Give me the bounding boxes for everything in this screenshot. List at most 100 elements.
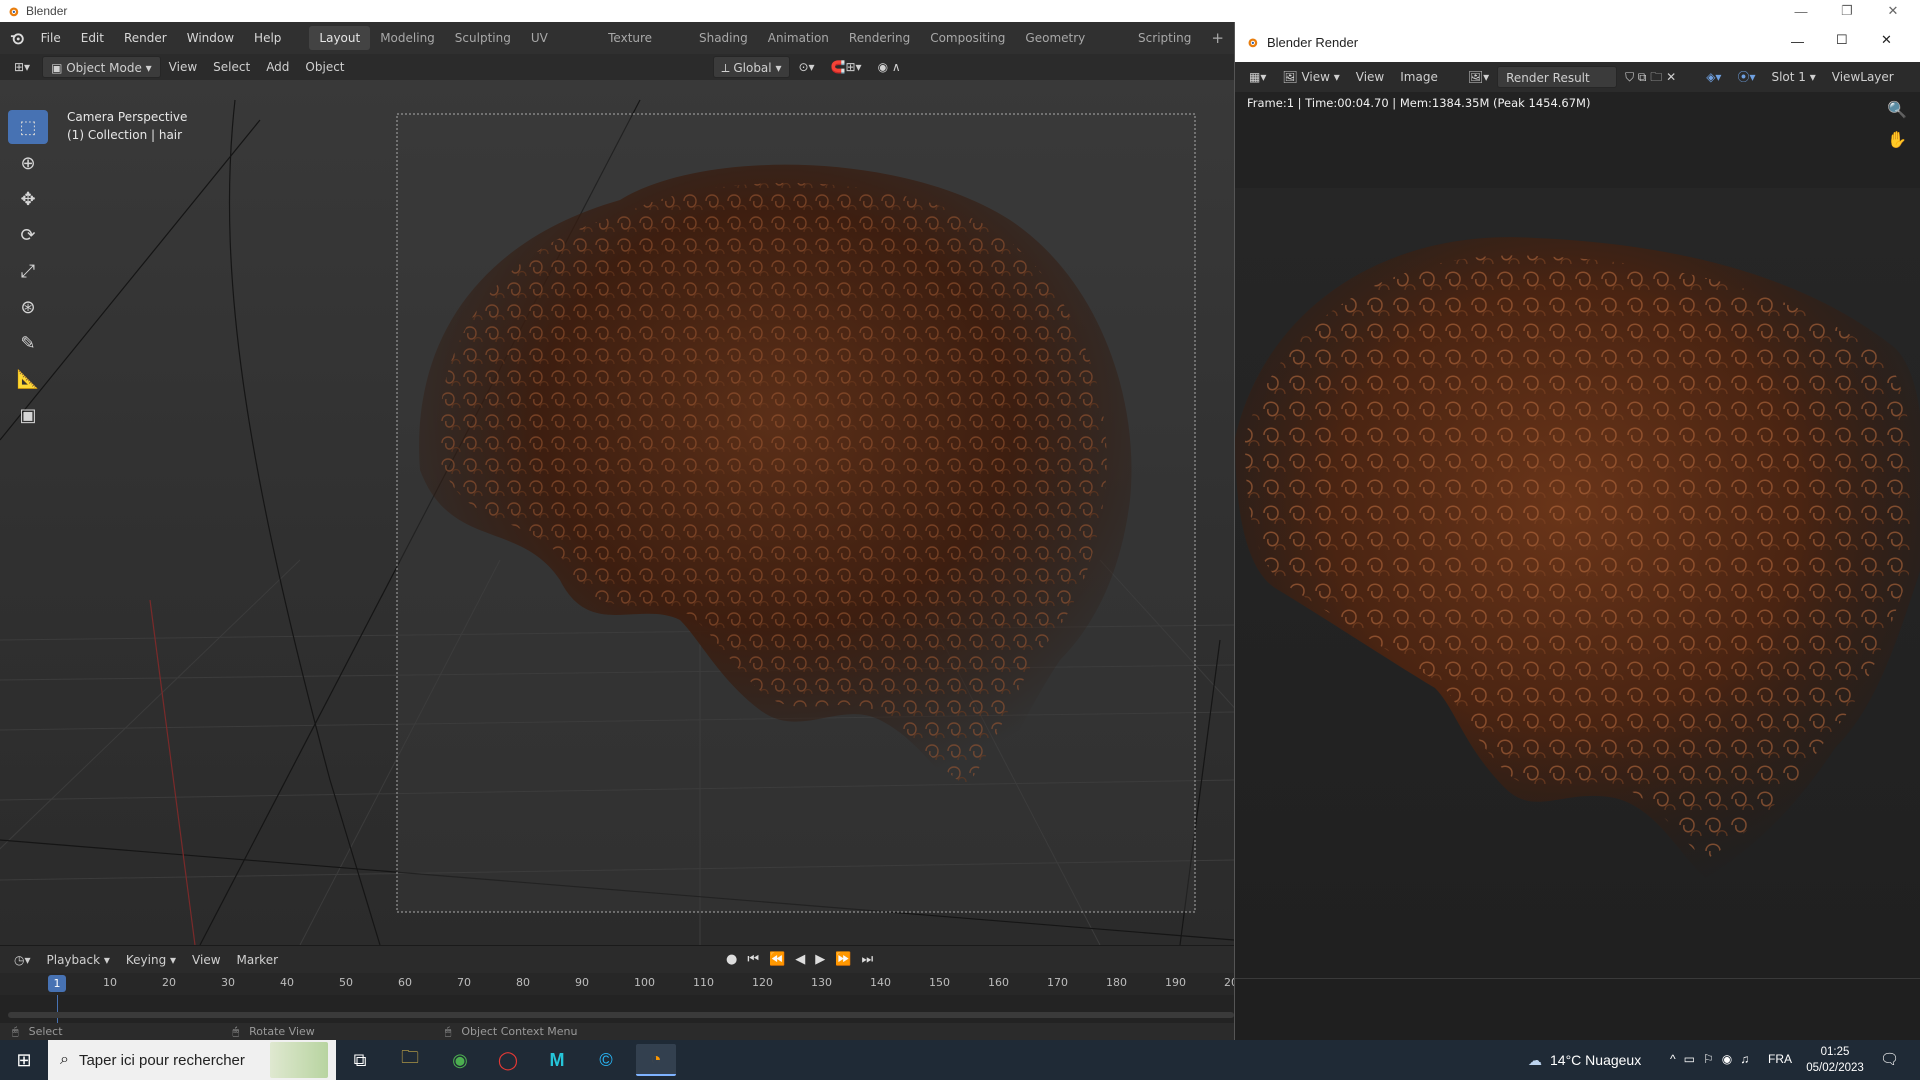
next-keyframe-button[interactable]: ⏩ [835, 952, 851, 967]
add-workspace-button[interactable]: + [1201, 26, 1234, 50]
proportional-edit-icon[interactable]: ◉ ∧ [870, 56, 909, 78]
move-tool[interactable]: ✥ [8, 182, 48, 216]
prev-keyframe-button[interactable]: ⏪ [769, 952, 785, 967]
blender-render-logo-icon [1248, 38, 1258, 48]
zoom-icon[interactable]: 🔍 [1887, 100, 1907, 119]
jump-end-button[interactable]: ⏭ [861, 952, 873, 967]
system-tray-icons[interactable]: ^▭⚐◉♫ [1670, 1052, 1757, 1066]
rotate-tool[interactable]: ⟳ [8, 218, 48, 252]
tab-compositing[interactable]: Compositing [920, 26, 1015, 50]
menu-render[interactable]: Render [114, 22, 177, 54]
chrome-icon[interactable]: ◉ [440, 1044, 480, 1076]
c-app-icon[interactable]: © [586, 1044, 626, 1076]
menu-marker[interactable]: Marker [229, 949, 286, 971]
menu-view[interactable]: View [161, 56, 205, 78]
play-reverse-button[interactable]: ◀ [795, 952, 805, 967]
3d-viewport[interactable] [0, 80, 1234, 945]
clock-date: 05/02/2023 [1806, 1062, 1864, 1074]
viewport-overlay-text: Camera Perspective (1) Collection | hair [67, 108, 187, 144]
measure-tool[interactable]: 📐 [8, 362, 48, 396]
render-result-image[interactable] [1235, 188, 1920, 978]
cursor-tool[interactable]: ⊕ [8, 146, 48, 180]
render-window-title: Blender Render [1267, 34, 1359, 50]
menu-timeline-view[interactable]: View [184, 949, 228, 971]
notification-icon[interactable]: 🗨 [1880, 1050, 1899, 1068]
view-mode-label: View [1301, 70, 1330, 84]
view-mode-dropdown[interactable]: 🖼 View ▾ [1274, 66, 1347, 88]
restore-button[interactable]: ❐ [1824, 0, 1870, 22]
weather-widget[interactable]: ☁ 14°C Nuageux [1528, 1040, 1641, 1080]
playback-label: Playback [46, 952, 101, 967]
menu-image-view[interactable]: View [1348, 66, 1392, 88]
jump-start-button[interactable]: ⏮ [747, 952, 759, 967]
weather-text: 14°C Nuageux [1550, 1052, 1642, 1068]
render-close-button[interactable]: ✕ [1881, 32, 1892, 48]
snap-icon[interactable]: 🧲⊞▾ [823, 56, 870, 78]
windows-start-icon[interactable]: ⊞ [4, 1044, 44, 1076]
menu-object[interactable]: Object [297, 56, 352, 78]
play-button[interactable]: ▶ [815, 952, 825, 967]
menu-window[interactable]: Window [177, 22, 244, 54]
menu-playback[interactable]: Playback ▾ [39, 949, 118, 971]
file-explorer-icon[interactable]: 🗀 [390, 1044, 430, 1076]
menu-edit[interactable]: Edit [71, 22, 114, 54]
menu-select[interactable]: Select [205, 56, 258, 78]
timeline-body[interactable] [0, 995, 1234, 1023]
blender-taskbar-icon[interactable]: ◔ [636, 1044, 676, 1076]
tab-sculpting[interactable]: Sculpting [445, 26, 521, 50]
menu-help[interactable]: Help [244, 22, 291, 54]
transform-tool[interactable]: ⊛ [8, 290, 48, 324]
timeline-editor-icon[interactable]: ◷▾ [6, 949, 39, 971]
image-action-icons[interactable]: ⛉ ⧉ 🗀 ✕ [1617, 66, 1684, 88]
pan-hand-icon[interactable]: ✋ [1887, 130, 1907, 149]
image-name-field[interactable]: Render Result [1497, 66, 1618, 88]
timeline-scrollbar[interactable] [8, 1012, 1234, 1018]
mode-dropdown[interactable]: ▣ Object Mode ▾ [42, 56, 161, 78]
select-box-tool[interactable]: ⬚ [8, 110, 48, 144]
menu-add[interactable]: Add [258, 56, 297, 78]
tab-layout[interactable]: Layout [309, 26, 371, 50]
close-button[interactable]: ✕ [1870, 0, 1916, 22]
timeline-ruler[interactable]: 1 10 20 30 40 50 60 70 80 90 100 110 120 130 140 150 16… [0, 973, 1238, 995]
overlay-icon[interactable]: ⦿▾ [1729, 66, 1763, 88]
status-select: Select [28, 1025, 63, 1038]
tab-animation[interactable]: Animation [758, 26, 839, 50]
language-indicator[interactable]: FRA [1768, 1052, 1792, 1066]
status-bar: 🖱 Select 🖱 Rotate View 🖱 Object Context … [0, 1023, 1234, 1040]
minimize-button[interactable]: — [1778, 0, 1824, 22]
tab-rendering[interactable]: Rendering [839, 26, 920, 50]
opera-icon[interactable]: ◯ [488, 1044, 528, 1076]
add-cube-tool[interactable]: ▣ [8, 398, 48, 432]
taskbar-search-box[interactable]: ⌕ Taper ici pour rechercher [48, 1040, 336, 1080]
clock[interactable]: 01:25 05/02/2023 [1800, 1044, 1870, 1076]
menu-keying[interactable]: Keying ▾ [118, 949, 184, 971]
record-button[interactable]: ● [726, 952, 737, 967]
menu-image[interactable]: Image [1392, 66, 1446, 88]
tab-geometry-nodes[interactable]: Geometry Nodes [1015, 26, 1128, 69]
tab-scripting[interactable]: Scripting [1128, 26, 1201, 50]
render-minimize-button[interactable]: — [1791, 34, 1804, 49]
slot-dropdown[interactable]: Slot 1 ▾ [1763, 66, 1823, 88]
editor-type-icon[interactable]: ⊞▾ [6, 56, 38, 78]
view-layer-field[interactable]: ViewLayer [1824, 66, 1902, 88]
current-frame-indicator[interactable]: 1 [48, 975, 66, 992]
blender-menu-icon[interactable] [10, 30, 25, 46]
pivot-icon[interactable]: ⊙▾ [790, 56, 822, 78]
annotate-tool[interactable]: ✎ [8, 326, 48, 360]
task-view-icon[interactable]: ⧉ [340, 1044, 380, 1076]
maya-icon[interactable]: M [537, 1044, 577, 1076]
image-editor-type-icon[interactable]: ▦▾ [1241, 66, 1274, 88]
tab-shading[interactable]: Shading [689, 26, 758, 50]
menu-file[interactable]: File [31, 22, 71, 54]
viewport-header: ⊞▾ ▣ Object Mode ▾ View Select Add Objec… [0, 54, 1234, 80]
render-maximize-button[interactable]: ☐ [1836, 32, 1848, 48]
frame-tick-label: 30 [221, 976, 235, 989]
display-channels-icon[interactable]: ◈▾ [1698, 66, 1729, 88]
tab-modeling[interactable]: Modeling [370, 26, 445, 50]
orientation-dropdown[interactable]: ⟂ Global ▾ [712, 56, 791, 78]
tab-uv-editing[interactable]: UV Editing [521, 26, 598, 69]
tab-texture-paint[interactable]: Texture Paint [598, 26, 689, 69]
collection-label: (1) Collection | hair [67, 128, 183, 142]
image-browse-icon[interactable]: 🖼▾ [1460, 66, 1497, 88]
scale-tool[interactable]: ⤢ [8, 254, 48, 288]
